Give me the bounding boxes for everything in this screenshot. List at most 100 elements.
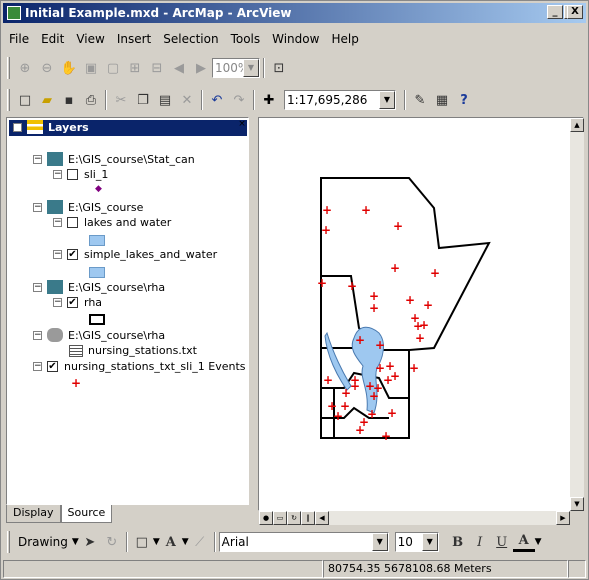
pan-layout-icon[interactable]: ✋	[58, 57, 80, 79]
menu-file[interactable]: File	[3, 32, 35, 46]
toc-item-nursing-stations-txt[interactable]: nursing_stations.txt	[69, 344, 197, 357]
toc-item-rha[interactable]: − ✔ rha	[53, 296, 102, 309]
collapse-icon[interactable]: −	[33, 330, 42, 340]
chevron-down-icon[interactable]: ▼	[243, 59, 259, 77]
fixed-zoom-in-icon[interactable]: ⊞	[124, 57, 146, 79]
bold-button[interactable]: B	[447, 531, 469, 553]
italic-button[interactable]: I	[469, 531, 491, 553]
arctoolbox-icon[interactable]: ▦	[431, 89, 453, 111]
scroll-right-icon[interactable]: ▶	[556, 511, 570, 525]
toc-root-layers[interactable]: − Layers	[13, 120, 89, 134]
menu-edit[interactable]: Edit	[35, 32, 70, 46]
visibility-checkbox[interactable]	[67, 169, 78, 180]
text-tool-icon[interactable]: A	[160, 531, 182, 553]
collapse-icon[interactable]: −	[53, 250, 62, 259]
resize-grip-icon[interactable]	[568, 560, 586, 578]
collapse-icon[interactable]: −	[53, 218, 62, 227]
map-vertical-scrollbar[interactable]: ▲ ▼	[570, 118, 584, 511]
tab-source[interactable]: Source	[60, 505, 113, 523]
zoom-100-icon[interactable]: ▢	[102, 57, 124, 79]
collapse-icon[interactable]: −	[53, 170, 62, 179]
visibility-checkbox[interactable]	[67, 217, 78, 228]
back-extent-icon[interactable]: ◀	[168, 57, 190, 79]
menu-selection[interactable]: Selection	[157, 32, 224, 46]
scroll-up-icon[interactable]: ▲	[570, 118, 584, 132]
chevron-down-icon[interactable]: ▼	[421, 533, 438, 551]
collapse-icon[interactable]: −	[13, 122, 22, 132]
toc-item-label: E:\GIS_course	[68, 200, 144, 214]
toc-item-simple-lakes[interactable]: − ✔ simple_lakes_and_water	[53, 248, 217, 261]
edit-vertices-icon[interactable]: ⟋	[189, 531, 211, 553]
rotate-icon[interactable]: ↻	[101, 531, 123, 553]
zoom-whole-page-icon[interactable]: ▣	[80, 57, 102, 79]
tab-display[interactable]: Display	[6, 505, 61, 523]
map-view[interactable]: + + + + + + + + + + + + + + + + + + + + + + + + + + + + + + + + + + + + + +	[258, 117, 584, 511]
toc-item-sli-1[interactable]: − sli_1	[53, 168, 108, 181]
print-icon[interactable]: ⎙	[80, 89, 102, 111]
map-scale-combo[interactable]: 1:17,695,286 ▼	[284, 90, 396, 110]
redo-icon[interactable]: ↷	[228, 89, 250, 111]
delete-icon[interactable]: ✕	[176, 89, 198, 111]
drawing-menu[interactable]: Drawing	[14, 535, 72, 549]
visibility-checkbox[interactable]: ✔	[67, 249, 78, 260]
minimize-button[interactable]: _	[547, 5, 563, 19]
font-color-button[interactable]: A	[512, 532, 535, 552]
editor-toolbar-icon[interactable]: ✎	[409, 89, 431, 111]
select-elements-icon[interactable]: ➤	[79, 531, 101, 553]
refresh-icon[interactable]: ↻	[287, 511, 301, 525]
toc-item-rha-table-source[interactable]: − E:\GIS_course\rha	[33, 328, 165, 342]
chevron-down-icon[interactable]: ▼	[72, 537, 79, 547]
data-view-icon[interactable]: ●	[259, 511, 273, 525]
scroll-left-icon[interactable]: ◀	[315, 511, 329, 525]
toc-item-rha-source[interactable]: − E:\GIS_course\rha	[33, 280, 165, 294]
menu-insert[interactable]: Insert	[111, 32, 157, 46]
toc-item-events-layer[interactable]: − ✔ nursing_stations_txt_sli_1 Events	[33, 360, 246, 373]
collapse-icon[interactable]: −	[33, 202, 42, 212]
toc-close-icon[interactable]: ×	[237, 119, 247, 129]
undo-icon[interactable]: ↶	[206, 89, 228, 111]
menu-tools[interactable]: Tools	[225, 32, 267, 46]
paste-icon[interactable]: ▤	[154, 89, 176, 111]
scroll-down-icon[interactable]: ▼	[570, 497, 584, 511]
chevron-down-icon[interactable]: ▼	[153, 537, 160, 547]
collapse-icon[interactable]: −	[53, 298, 62, 307]
zoom-percent-combo[interactable]: 100% ▼	[212, 58, 260, 78]
zoom-out-layout-icon[interactable]: ⊖	[36, 57, 58, 79]
chevron-down-icon[interactable]: ▼	[379, 91, 395, 109]
toc-item-lakes-and-water[interactable]: − lakes and water	[53, 216, 171, 229]
chevron-down-icon[interactable]: ▼	[371, 533, 388, 551]
add-data-icon[interactable]: ✚	[258, 89, 280, 111]
chevron-down-icon[interactable]: ▼	[182, 537, 189, 547]
new-document-icon[interactable]: □	[14, 89, 36, 111]
cut-icon[interactable]: ✂	[110, 89, 132, 111]
close-button[interactable]: X	[567, 5, 583, 19]
collapse-icon[interactable]: −	[33, 154, 42, 164]
map-horizontal-scrollbar[interactable]: ● ▭ ↻ ‖ ◀ ▶	[259, 511, 570, 525]
toc-item-gis-course-source[interactable]: − E:\GIS_course	[33, 200, 143, 214]
map-canvas[interactable]: + ++ ++++ ++++++++++ ++++++ +++++ +++++ + ++ ++	[259, 118, 570, 511]
forward-extent-icon[interactable]: ▶	[190, 57, 212, 79]
underline-button[interactable]: U	[491, 531, 513, 553]
chevron-down-icon[interactable]: ▼	[535, 537, 542, 547]
font-combo[interactable]: Arial ▼	[218, 532, 389, 552]
font-size-combo[interactable]: 10 ▼	[394, 532, 439, 552]
save-icon[interactable]: ▪	[58, 89, 80, 111]
visibility-checkbox[interactable]: ✔	[67, 297, 78, 308]
fixed-zoom-out-icon[interactable]: ⊟	[146, 57, 168, 79]
whats-this-help-icon[interactable]: ?	[453, 89, 475, 111]
nursing-station-marker: +	[423, 298, 433, 312]
collapse-icon[interactable]: −	[33, 362, 42, 371]
pause-drawing-icon[interactable]: ‖	[301, 511, 315, 525]
menu-view[interactable]: View	[70, 32, 110, 46]
zoom-in-layout-icon[interactable]: ⊕	[14, 57, 36, 79]
toc-item-statcan-source[interactable]: − E:\GIS_course\Stat_can	[33, 152, 195, 166]
rectangle-icon[interactable]: □	[131, 531, 153, 553]
copy-icon[interactable]: ❐	[132, 89, 154, 111]
visibility-checkbox[interactable]: ✔	[47, 361, 58, 372]
toggle-draft-mode-icon[interactable]: ⊡	[268, 57, 290, 79]
menu-window[interactable]: Window	[266, 32, 325, 46]
collapse-icon[interactable]: −	[33, 282, 42, 292]
open-folder-icon[interactable]: ▰	[36, 89, 58, 111]
menu-help[interactable]: Help	[325, 32, 364, 46]
layout-view-icon[interactable]: ▭	[273, 511, 287, 525]
